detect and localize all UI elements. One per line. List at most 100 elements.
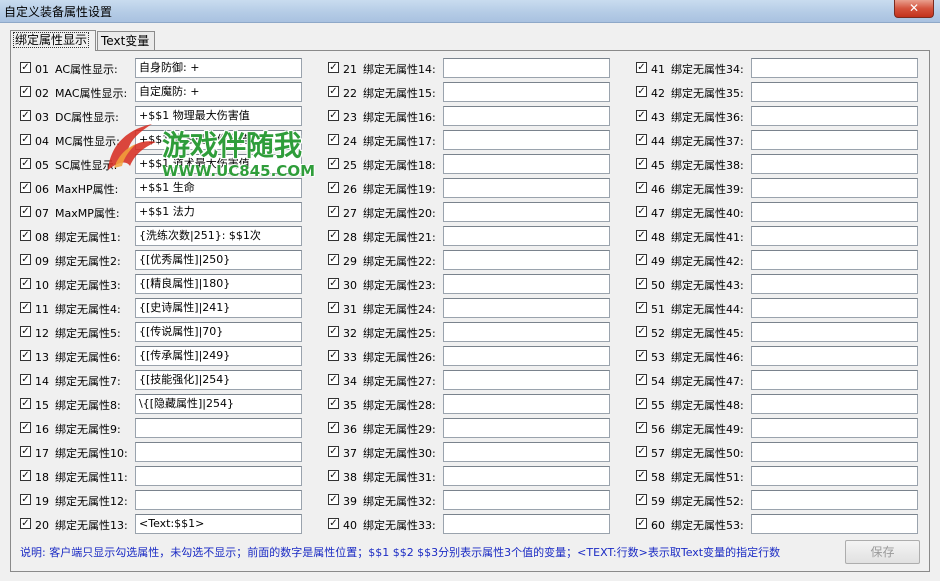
attribute-format-input[interactable]: {[史诗属性]|241}: [135, 298, 302, 318]
attribute-checkbox[interactable]: ✓: [328, 326, 339, 337]
attribute-format-input[interactable]: [751, 418, 918, 438]
attribute-checkbox[interactable]: ✓: [20, 446, 31, 457]
attribute-format-input[interactable]: [751, 394, 918, 414]
attribute-format-input[interactable]: [135, 466, 302, 486]
attribute-format-input[interactable]: [751, 154, 918, 174]
attribute-checkbox[interactable]: ✓: [328, 398, 339, 409]
attribute-checkbox[interactable]: ✓: [636, 350, 647, 361]
close-button[interactable]: ✕: [894, 0, 934, 18]
attribute-format-input[interactable]: [751, 58, 918, 78]
attribute-checkbox[interactable]: ✓: [636, 230, 647, 241]
attribute-checkbox[interactable]: ✓: [636, 470, 647, 481]
attribute-checkbox[interactable]: ✓: [328, 518, 339, 529]
attribute-checkbox[interactable]: ✓: [20, 374, 31, 385]
attribute-format-input[interactable]: 自身防御: +: [135, 58, 302, 78]
attribute-format-input[interactable]: +$$1 生命: [135, 178, 302, 198]
attribute-format-input[interactable]: [751, 130, 918, 150]
attribute-checkbox[interactable]: ✓: [20, 230, 31, 241]
attribute-checkbox[interactable]: ✓: [636, 446, 647, 457]
attribute-format-input[interactable]: [443, 130, 610, 150]
tab-text-variables[interactable]: Text变量: [97, 31, 155, 50]
attribute-checkbox[interactable]: ✓: [20, 110, 31, 121]
attribute-checkbox[interactable]: ✓: [20, 134, 31, 145]
attribute-format-input[interactable]: [443, 370, 610, 390]
attribute-format-input[interactable]: [751, 178, 918, 198]
attribute-format-input[interactable]: [443, 202, 610, 222]
attribute-checkbox[interactable]: ✓: [20, 326, 31, 337]
attribute-format-input[interactable]: [751, 346, 918, 366]
attribute-checkbox[interactable]: ✓: [328, 86, 339, 97]
attribute-format-input[interactable]: [443, 442, 610, 462]
attribute-checkbox[interactable]: ✓: [636, 86, 647, 97]
attribute-format-input[interactable]: [443, 274, 610, 294]
attribute-format-input[interactable]: [443, 178, 610, 198]
attribute-format-input[interactable]: {洗练次数|251}: $$1次: [135, 226, 302, 246]
attribute-format-input[interactable]: [135, 442, 302, 462]
attribute-format-input[interactable]: [443, 106, 610, 126]
attribute-checkbox[interactable]: ✓: [328, 302, 339, 313]
attribute-checkbox[interactable]: ✓: [636, 158, 647, 169]
attribute-format-input[interactable]: [135, 490, 302, 510]
attribute-checkbox[interactable]: ✓: [20, 254, 31, 265]
attribute-checkbox[interactable]: ✓: [328, 470, 339, 481]
attribute-format-input[interactable]: [751, 466, 918, 486]
attribute-checkbox[interactable]: ✓: [328, 422, 339, 433]
attribute-checkbox[interactable]: ✓: [636, 494, 647, 505]
attribute-checkbox[interactable]: ✓: [328, 62, 339, 73]
attribute-checkbox[interactable]: ✓: [328, 254, 339, 265]
title-bar[interactable]: 自定义装备属性设置 ✕: [0, 0, 940, 23]
attribute-checkbox[interactable]: ✓: [636, 326, 647, 337]
attribute-format-input[interactable]: [443, 298, 610, 318]
attribute-checkbox[interactable]: ✓: [328, 182, 339, 193]
attribute-format-input[interactable]: [443, 490, 610, 510]
attribute-format-input[interactable]: [443, 154, 610, 174]
attribute-format-input[interactable]: [443, 322, 610, 342]
attribute-format-input[interactable]: [443, 418, 610, 438]
attribute-checkbox[interactable]: ✓: [328, 110, 339, 121]
attribute-checkbox[interactable]: ✓: [20, 158, 31, 169]
attribute-format-input[interactable]: {[技能强化]|254}: [135, 370, 302, 390]
attribute-checkbox[interactable]: ✓: [636, 278, 647, 289]
attribute-format-input[interactable]: [751, 202, 918, 222]
attribute-format-input[interactable]: +$$1 魔法最大伤害值: [135, 130, 302, 150]
attribute-checkbox[interactable]: ✓: [636, 134, 647, 145]
attribute-checkbox[interactable]: ✓: [328, 278, 339, 289]
attribute-checkbox[interactable]: ✓: [328, 374, 339, 385]
attribute-checkbox[interactable]: ✓: [20, 182, 31, 193]
attribute-format-input[interactable]: {[传承属性]|249}: [135, 346, 302, 366]
attribute-checkbox[interactable]: ✓: [328, 446, 339, 457]
attribute-checkbox[interactable]: ✓: [20, 302, 31, 313]
attribute-checkbox[interactable]: ✓: [636, 182, 647, 193]
attribute-format-input[interactable]: [751, 82, 918, 102]
attribute-checkbox[interactable]: ✓: [20, 62, 31, 73]
attribute-format-input[interactable]: <Text:$$1>: [135, 514, 302, 534]
attribute-format-input[interactable]: {[优秀属性]|250}: [135, 250, 302, 270]
attribute-checkbox[interactable]: ✓: [20, 470, 31, 481]
attribute-checkbox[interactable]: ✓: [328, 158, 339, 169]
attribute-format-input[interactable]: [751, 274, 918, 294]
attribute-format-input[interactable]: [751, 322, 918, 342]
attribute-checkbox[interactable]: ✓: [636, 518, 647, 529]
attribute-format-input[interactable]: [751, 298, 918, 318]
attribute-format-input[interactable]: [443, 82, 610, 102]
attribute-checkbox[interactable]: ✓: [636, 302, 647, 313]
attribute-checkbox[interactable]: ✓: [636, 398, 647, 409]
attribute-checkbox[interactable]: ✓: [636, 110, 647, 121]
attribute-format-input[interactable]: +$$1 物理最大伤害值: [135, 106, 302, 126]
attribute-format-input[interactable]: [443, 346, 610, 366]
attribute-checkbox[interactable]: ✓: [20, 422, 31, 433]
attribute-format-input[interactable]: [135, 418, 302, 438]
attribute-format-input[interactable]: \{[隐藏属性]|254}: [135, 394, 302, 414]
attribute-format-input[interactable]: 自定魔防: +: [135, 82, 302, 102]
attribute-checkbox[interactable]: ✓: [636, 254, 647, 265]
attribute-format-input[interactable]: [751, 370, 918, 390]
attribute-checkbox[interactable]: ✓: [20, 494, 31, 505]
attribute-checkbox[interactable]: ✓: [20, 398, 31, 409]
attribute-checkbox[interactable]: ✓: [20, 206, 31, 217]
attribute-format-input[interactable]: [751, 490, 918, 510]
tab-bind-attributes[interactable]: 绑定属性显示: [10, 30, 96, 51]
attribute-checkbox[interactable]: ✓: [636, 62, 647, 73]
attribute-format-input[interactable]: [443, 250, 610, 270]
attribute-checkbox[interactable]: ✓: [20, 86, 31, 97]
attribute-format-input[interactable]: [751, 250, 918, 270]
